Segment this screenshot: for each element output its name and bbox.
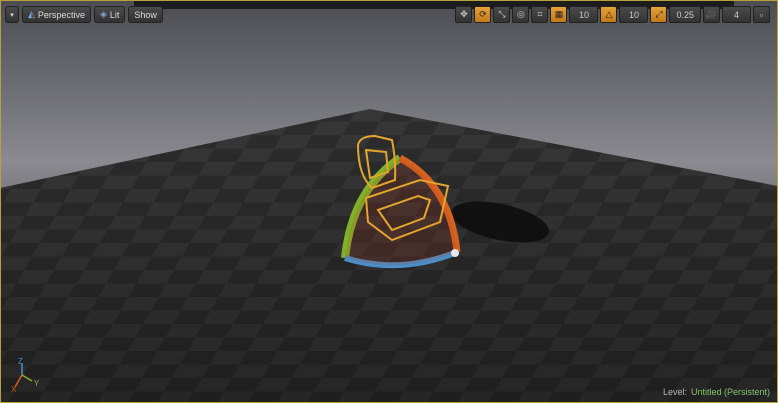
- level-status: Level: Untitled (Persistent): [663, 387, 770, 397]
- viewport-toolbar-right: ✥ ⟳ ⤡ ◎ ⌗ ▦ 10 △ 10 ⤢ 0.25 🎥 4 ▫: [455, 6, 770, 23]
- translate-icon[interactable]: ✥: [455, 6, 473, 23]
- scale-snap-icon[interactable]: ⤢: [650, 6, 668, 23]
- show-button[interactable]: Show: [128, 6, 163, 23]
- lit-label: Lit: [109, 9, 120, 20]
- perspective-label: Perspective: [37, 9, 85, 20]
- level-name: Untitled (Persistent): [690, 387, 770, 397]
- grid-snap-value[interactable]: 10: [569, 6, 599, 23]
- grid-snap-icon[interactable]: ▦: [550, 6, 568, 23]
- axis-x-label: X: [11, 385, 17, 394]
- chevron-down-icon: ▾: [10, 11, 14, 19]
- scene: [0, 109, 778, 403]
- axis-z-label: Z: [18, 357, 23, 366]
- perspective-button[interactable]: ◭ Perspective: [22, 6, 91, 23]
- camera-speed-icon[interactable]: 🎥: [703, 6, 720, 23]
- world-space-icon[interactable]: ◎: [512, 6, 530, 23]
- lit-button[interactable]: ◈ Lit: [93, 6, 126, 23]
- level-label: Level:: [662, 387, 687, 397]
- viewport-options-button[interactable]: ▾: [5, 6, 19, 23]
- show-label: Show: [134, 9, 157, 20]
- perspective-icon: ◭: [28, 9, 35, 19]
- scale-snap-value[interactable]: 0.25: [669, 6, 701, 23]
- gizmo-handle: [451, 249, 459, 257]
- rotation-snap-value[interactable]: 10: [619, 6, 649, 23]
- lit-icon: ◈: [99, 9, 107, 19]
- camera-speed-value[interactable]: 4: [722, 6, 751, 23]
- maximize-icon[interactable]: ▫: [753, 6, 770, 23]
- surface-snap-icon[interactable]: ⌗: [531, 6, 549, 23]
- rotation-snap-icon[interactable]: △: [600, 6, 618, 23]
- viewport-toolbar-left: ▾ ◭ Perspective ◈ Lit Show: [5, 6, 163, 23]
- axis-y-label: Y: [34, 379, 40, 388]
- scale-icon[interactable]: ⤡: [493, 6, 511, 23]
- rotate-icon[interactable]: ⟳: [474, 6, 492, 23]
- viewport[interactable]: ▾ ◭ Perspective ◈ Lit Show ✥ ⟳ ⤡ ◎ ⌗ ▦ 1…: [0, 0, 778, 403]
